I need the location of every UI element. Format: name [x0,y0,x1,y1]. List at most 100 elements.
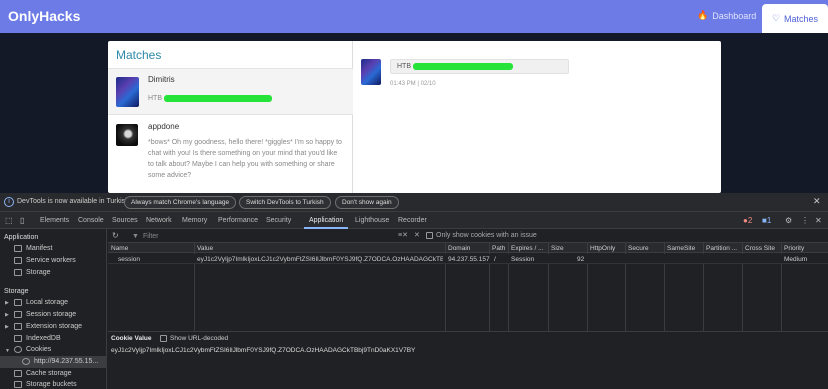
col-header-secure[interactable]: Secure [628,245,649,252]
device-toolbar-icon[interactable]: ▯ [20,216,24,225]
cell-path: / [494,256,496,263]
filter-input[interactable]: ▼ Filter [128,231,393,241]
matches-list: Matches Dimitris HTB appdone *bows* Oh m… [108,41,353,193]
database-icon [14,370,22,377]
flame-icon: 🔥 [697,10,709,20]
cell-priority: Medium [784,256,808,263]
col-header-domain[interactable]: Domain [448,245,470,252]
database-icon [14,381,22,388]
tab-network[interactable]: Network [146,217,172,224]
refresh-icon[interactable]: ↻ [112,231,119,240]
filter-placeholder: Filter [142,232,159,240]
col-header-partition[interactable]: Partition ... [706,245,737,252]
sidebar-item-label: Manifest [26,245,53,252]
grid-icon [14,311,22,318]
nav-matches-label: Matches [784,13,819,24]
sidebar-item-service-workers[interactable]: Service workers [14,257,76,264]
cookies-toolbar: ↻ ▼ Filter ≡✕ ✕ Only show cookies with a… [108,229,828,243]
cookie-value-title: Cookie Value [111,335,152,342]
checkbox-label: Show URL-decoded [170,335,229,342]
heart-icon: ♡ [771,13,781,23]
storage-header: Storage [4,288,29,295]
col-header-httponly[interactable]: HttpOnly [590,245,615,252]
sidebar-item-label: Storage buckets [26,381,77,388]
sidebar-item-label: Cache storage [26,370,72,377]
sidebar-item-cache-storage[interactable]: Cache storage [14,370,72,377]
expand-icon[interactable]: ▶ [5,312,9,318]
matches-panel: Matches Dimitris HTB appdone *bows* Oh m… [108,41,721,193]
nav-dashboard-label: Dashboard [712,10,757,21]
tab-application[interactable]: Application [309,217,343,224]
more-options-icon[interactable]: ⋮ [801,216,809,225]
col-header-size[interactable]: Size [551,245,564,252]
dont-show-again-button[interactable]: Don't show again [335,196,399,209]
col-header-cross-site[interactable]: Cross Site [745,245,775,252]
sidebar-item-manifest[interactable]: Manifest [14,245,52,252]
delete-selected-icon[interactable]: ✕ [414,231,420,239]
collapse-icon[interactable]: ▼ [5,348,10,354]
avatar [116,124,138,146]
expand-icon[interactable]: ▶ [5,324,9,330]
match-preview: HTB [148,93,272,104]
col-header-priority[interactable]: Priority [784,245,804,252]
sidebar-item-local-storage[interactable]: Local storage [14,299,68,306]
sidebar-item-storage[interactable]: Storage [14,269,51,276]
tab-recorder[interactable]: Recorder [398,217,427,224]
close-icon[interactable]: ✕ [813,196,821,207]
sidebar-item-storage-buckets[interactable]: Storage buckets [14,381,77,388]
info-icon: i [4,197,14,207]
cookie-icon [14,346,22,353]
sidebar-item-indexeddb[interactable]: IndexedDB [14,335,61,342]
tab-console[interactable]: Console [78,217,104,224]
show-url-decoded-checkbox[interactable]: Show URL-decoded [160,335,228,342]
switch-to-turkish-button[interactable]: Switch DevTools to Turkish [239,196,331,209]
gear-icon [14,257,22,264]
error-count: 2 [747,216,753,225]
cell-name: session [118,256,141,263]
message-timestamp: 01:43 PM | 02/10 [390,81,436,87]
nav-matches-tab[interactable]: ♡ Matches [762,4,828,33]
cell-domain: 94.237.55.157 [448,256,490,263]
sidebar-item-cookies[interactable]: Cookies [14,346,51,353]
sidebar-item-label: Service workers [26,257,76,264]
col-header-expires[interactable]: Expires / ... [511,245,544,252]
database-icon [14,335,22,342]
gear-icon[interactable]: ⚙ [785,216,792,225]
nav-dashboard-link[interactable]: 🔥 Dashboard [697,10,756,21]
match-item-dimitris[interactable]: Dimitris HTB [108,69,353,115]
close-icon[interactable]: ✕ [815,216,822,225]
sidebar-item-label: http://94.237.55.15... [34,358,99,365]
sidebar-item-label: Session storage [26,311,77,318]
table-row[interactable]: session eyJ1c2VyIjp7ImlkIjoxLCJ1c2VybmFt… [108,254,828,264]
clear-all-icon[interactable]: ≡✕ [398,231,408,239]
tab-lighthouse[interactable]: Lighthouse [355,217,389,224]
checkbox-box [426,232,433,239]
tab-elements[interactable]: Elements [40,217,69,224]
always-match-language-button[interactable]: Always match Chrome's language [124,196,237,209]
devtools-tabbar: ⬚ ▯ Elements Console Sources Network Mem… [0,212,828,229]
match-item-appdone[interactable]: appdone *bows* Oh my goodness, hello the… [108,116,353,193]
expand-icon[interactable]: ▶ [5,300,9,306]
cookies-table: Name Value Domain Path Expires / ... Siz… [108,243,828,331]
col-header-path[interactable]: Path [492,245,505,252]
message-badge[interactable]: ■1 [762,216,771,225]
tab-sources[interactable]: Sources [112,217,138,224]
only-issue-checkbox[interactable]: Only show cookies with an issue [426,232,537,239]
col-header-value[interactable]: Value [197,245,213,252]
tab-memory[interactable]: Memory [182,217,207,224]
application-sidebar: Application Manifest Service workers Sto… [0,229,107,389]
tab-performance[interactable]: Performance [218,217,258,224]
brand-logo[interactable]: OnlyHacks [8,8,80,24]
sidebar-item-extension-storage[interactable]: Extension storage [14,323,82,330]
tab-security[interactable]: Security [266,217,291,224]
col-header-name[interactable]: Name [111,245,128,252]
match-preview: *bows* Oh my goodness, hello there! *gig… [148,139,342,179]
sidebar-item-cookie-origin[interactable]: http://94.237.55.15... [22,358,98,365]
inspect-element-icon[interactable]: ⬚ [5,216,13,225]
col-header-samesite[interactable]: SameSite [667,245,695,252]
cookie-value-pane: Cookie Value Show URL-decoded eyJ1c2VyIj… [108,331,828,389]
sidebar-item-session-storage[interactable]: Session storage [14,311,76,318]
cookie-value-text[interactable]: eyJ1c2VyIjp7ImlkIjoxLCJ1c2VybmFtZSI6IlJl… [111,347,415,354]
message-count: 1 [766,216,772,225]
error-badge[interactable]: ●2 [743,216,752,225]
